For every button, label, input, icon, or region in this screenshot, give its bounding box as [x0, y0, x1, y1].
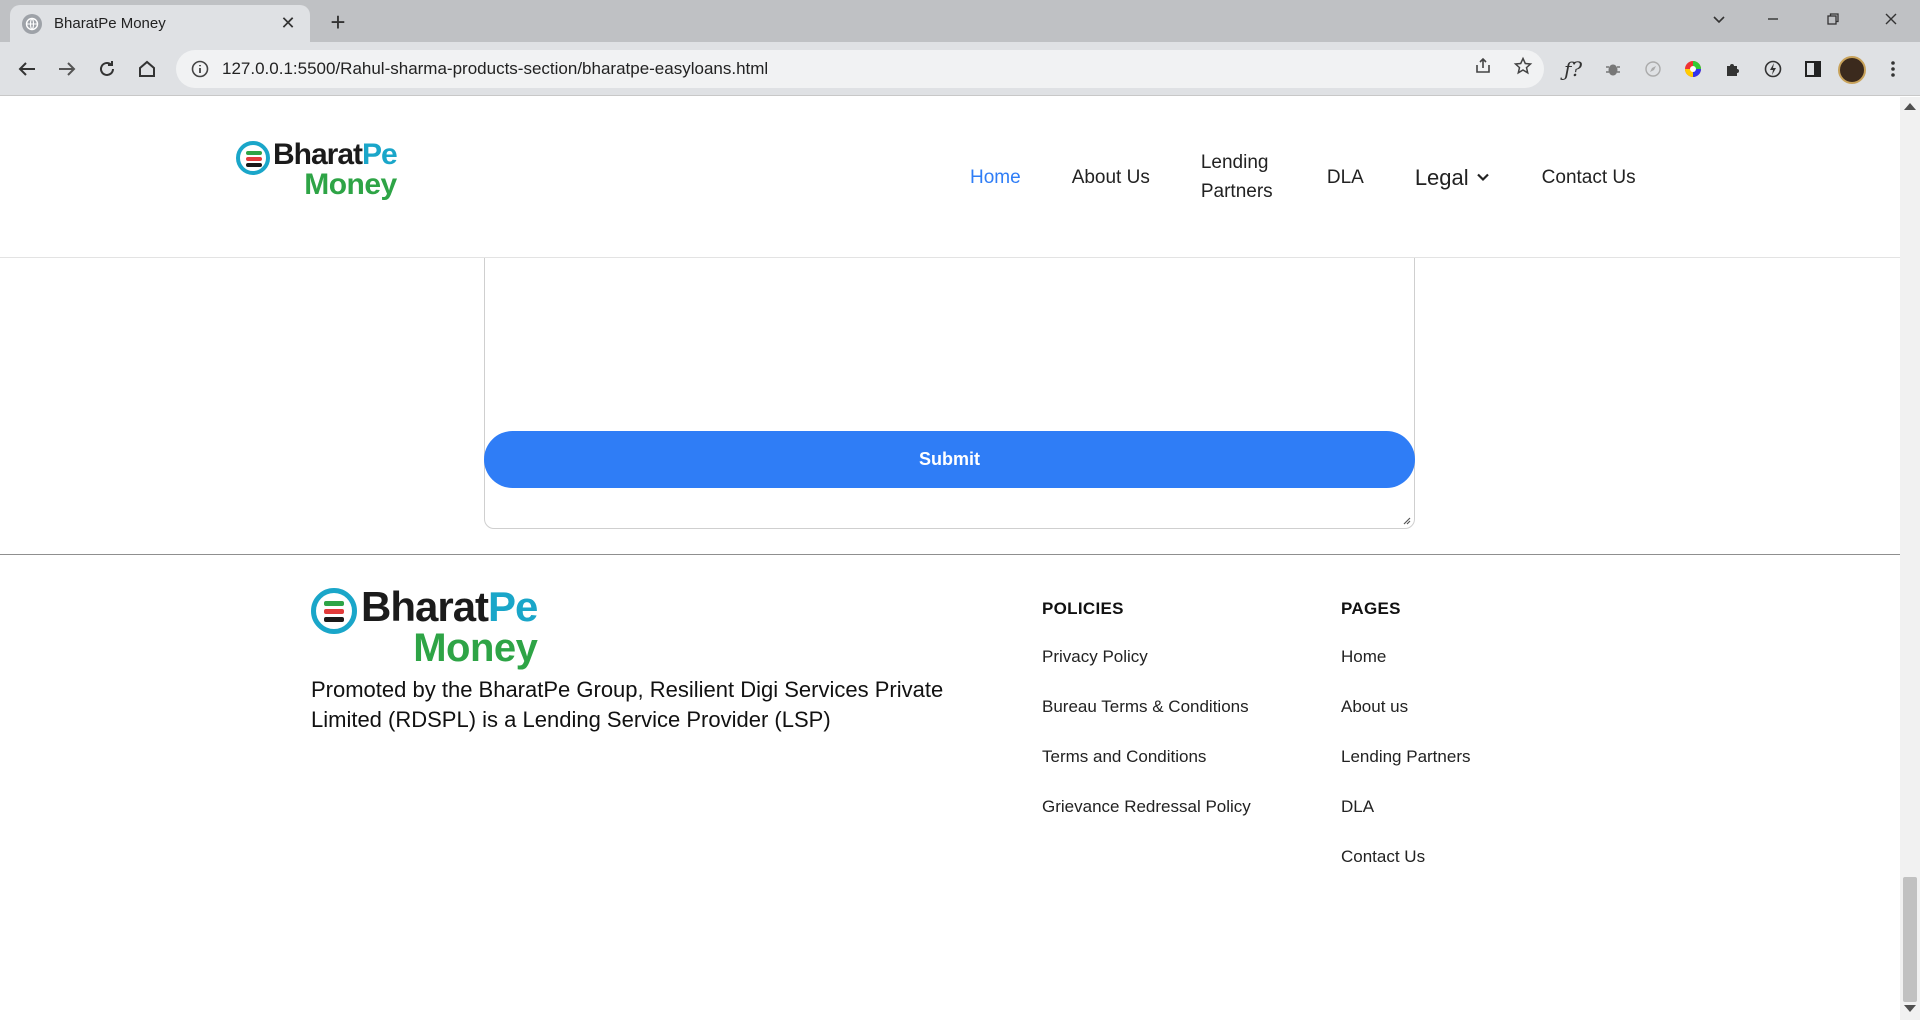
logo-word-bharat: Bharat — [361, 583, 489, 630]
footer-divider — [0, 554, 1900, 555]
nav-legal-dropdown[interactable]: Legal — [1415, 163, 1491, 192]
nav-lending-partners[interactable]: Lending Partners — [1201, 148, 1276, 206]
color-picker-extension-icon[interactable] — [1678, 54, 1708, 84]
new-tab-button[interactable]: + — [322, 6, 354, 38]
bolt-extension-icon[interactable] — [1758, 54, 1788, 84]
footer-logo[interactable]: BharatPe Money — [311, 583, 538, 670]
address-bar[interactable]: 127.0.0.1:5500/Rahul-sharma-products-sec… — [176, 50, 1544, 88]
vertical-scrollbar[interactable] — [1900, 97, 1920, 1020]
home-icon[interactable] — [132, 54, 162, 84]
link-home[interactable]: Home — [1341, 646, 1470, 696]
pages-heading: PAGES — [1341, 599, 1401, 618]
site-header: BharatPe Money Home About Us Lending Par… — [0, 97, 1900, 258]
link-grievance-policy[interactable]: Grievance Redressal Policy — [1042, 796, 1251, 846]
chevron-down-icon — [1476, 173, 1489, 182]
forward-arrow-icon[interactable] — [52, 54, 82, 84]
minimize-icon[interactable] — [1750, 0, 1796, 38]
logo-word-bharat: Bharat — [273, 138, 363, 171]
link-dla[interactable]: DLA — [1341, 796, 1470, 846]
policies-heading: POLICIES — [1042, 599, 1124, 618]
logo-word-money: Money — [413, 626, 538, 670]
brand-logo-icon — [311, 588, 357, 634]
share-icon[interactable] — [1468, 51, 1498, 81]
nav-contact-us[interactable]: Contact Us — [1542, 163, 1636, 192]
resize-grip-icon[interactable] — [1401, 515, 1411, 525]
browser-tab-strip: BharatPe Money ✕ + — [0, 0, 1920, 42]
profile-avatar[interactable] — [1838, 56, 1866, 84]
reload-icon[interactable] — [92, 54, 122, 84]
bookmark-star-icon[interactable] — [1508, 51, 1538, 81]
menu-kebab-icon[interactable] — [1878, 54, 1908, 84]
close-window-icon[interactable] — [1868, 0, 1914, 38]
footer-pages-column: PAGES Home About us Lending Partners DLA… — [1341, 599, 1470, 896]
tab-search-icon[interactable] — [1696, 0, 1742, 38]
puzzle-extensions-icon[interactable] — [1718, 54, 1748, 84]
bug-extension-icon[interactable] — [1598, 54, 1628, 84]
link-privacy-policy[interactable]: Privacy Policy — [1042, 646, 1251, 696]
link-bureau-terms[interactable]: Bureau Terms & Conditions — [1042, 696, 1251, 746]
side-panel-icon[interactable] — [1798, 54, 1828, 84]
tab-title: BharatPe Money — [54, 15, 166, 32]
main-nav: Home About Us Lending Partners DLA Legal… — [970, 137, 1636, 217]
page-viewport: BharatPe Money Home About Us Lending Par… — [0, 97, 1900, 1020]
link-about-us[interactable]: About us — [1341, 696, 1470, 746]
back-arrow-icon[interactable] — [12, 54, 42, 84]
nav-legal-label: Legal — [1414, 164, 1469, 190]
url-text: 127.0.0.1:5500/Rahul-sharma-products-sec… — [222, 59, 769, 78]
footer-description: Promoted by the BharatPe Group, Resilien… — [311, 677, 944, 732]
compass-extension-icon[interactable] — [1638, 54, 1668, 84]
globe-icon — [22, 13, 42, 34]
footer-policies-column: POLICIES Privacy Policy Bureau Terms & C… — [1042, 599, 1251, 846]
nav-home[interactable]: Home — [970, 163, 1021, 192]
close-tab-icon[interactable]: ✕ — [278, 13, 298, 34]
restore-icon[interactable] — [1810, 0, 1856, 38]
link-lending-partners[interactable]: Lending Partners — [1341, 746, 1470, 796]
nav-about-us[interactable]: About Us — [1072, 163, 1150, 192]
browser-toolbar: 127.0.0.1:5500/Rahul-sharma-products-sec… — [0, 42, 1920, 96]
font-finder-extension-icon[interactable]: ƒ? — [1558, 54, 1588, 84]
scroll-down-arrow-icon[interactable] — [1904, 1005, 1916, 1012]
link-contact-us[interactable]: Contact Us — [1341, 846, 1470, 896]
header-logo[interactable]: BharatPe Money — [236, 138, 398, 201]
link-terms-and-conditions[interactable]: Terms and Conditions — [1042, 746, 1251, 796]
logo-word-pe: Pe — [488, 583, 538, 630]
submit-button[interactable]: Submit — [484, 431, 1415, 488]
brand-logo-icon — [236, 141, 270, 175]
scroll-up-arrow-icon[interactable] — [1904, 103, 1916, 110]
site-info-icon[interactable] — [190, 59, 210, 79]
scroll-thumb[interactable] — [1903, 877, 1917, 1002]
nav-dla[interactable]: DLA — [1327, 163, 1364, 192]
browser-tab[interactable]: BharatPe Money ✕ — [10, 5, 310, 42]
logo-word-money: Money — [304, 168, 397, 201]
logo-word-pe: Pe — [362, 138, 398, 171]
